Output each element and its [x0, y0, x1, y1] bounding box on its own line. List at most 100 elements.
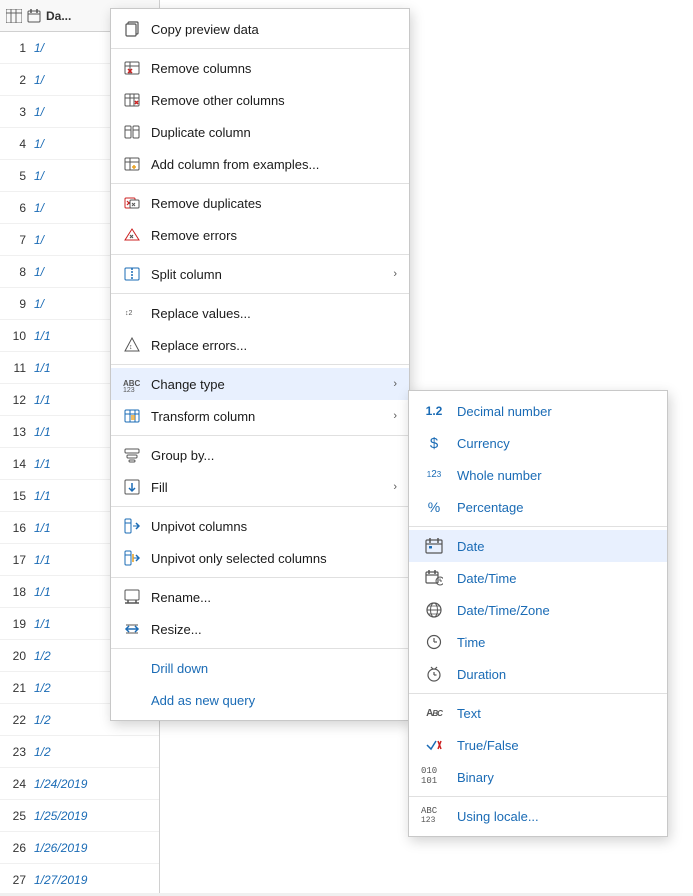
submenu-item-text[interactable]: ABC Text — [409, 697, 667, 729]
separator-4 — [111, 293, 409, 294]
menu-item-remove-other-columns[interactable]: Remove other columns — [111, 84, 409, 116]
menu-item-replace-errors[interactable]: ↕ Replace errors... — [111, 329, 409, 361]
percentage-label: Percentage — [457, 500, 524, 515]
submenu-item-currency[interactable]: $ Currency — [409, 427, 667, 459]
rename-icon — [123, 588, 141, 606]
menu-item-resize[interactable]: Resize... — [111, 613, 409, 645]
replace-errors-label: Replace errors... — [151, 338, 397, 353]
binary-icon: 010 101 — [421, 768, 447, 786]
replace-errors-icon: ↕ — [123, 336, 141, 354]
submenu-item-whole[interactable]: 123 Whole number — [409, 459, 667, 491]
submenu-item-locale[interactable]: ABC 123 Using locale... — [409, 800, 667, 832]
datetimezone-icon — [421, 601, 447, 619]
submenu-item-datetimezone[interactable]: Date/Time/Zone — [409, 594, 667, 626]
menu-item-copy-preview[interactable]: Copy preview data — [111, 13, 409, 45]
separator-9 — [111, 648, 409, 649]
menu-item-remove-errors[interactable]: Remove errors — [111, 219, 409, 251]
column-header-text: Da... — [46, 9, 71, 23]
remove-columns-icon — [123, 59, 141, 77]
add-examples-icon — [123, 155, 141, 173]
whole-number-label: Whole number — [457, 468, 542, 483]
submenu-item-binary[interactable]: 010 101 Binary — [409, 761, 667, 793]
menu-item-add-query[interactable]: Add as new query — [111, 684, 409, 716]
fill-label: Fill — [151, 480, 383, 495]
fill-icon — [123, 478, 141, 496]
menu-item-change-type[interactable]: ABC 123 Change type › — [111, 368, 409, 400]
submenu-separator-1 — [409, 526, 667, 527]
rename-label: Rename... — [151, 590, 397, 605]
table-row: 251/25/2019 — [0, 800, 159, 832]
menu-item-unpivot-selected[interactable]: Unpivot only selected columns — [111, 542, 409, 574]
change-type-icon: ABC 123 — [123, 375, 141, 393]
table-row: 241/24/2019 — [0, 768, 159, 800]
submenu-item-percentage[interactable]: % Percentage — [409, 491, 667, 523]
truefalse-icon — [421, 736, 447, 754]
table-row: 231/2 — [0, 736, 159, 768]
remove-errors-icon — [123, 226, 141, 244]
text-label: Text — [457, 706, 481, 721]
svg-text:123: 123 — [123, 387, 135, 392]
menu-item-duplicate-column[interactable]: Duplicate column — [111, 116, 409, 148]
split-column-arrow: › — [393, 268, 397, 280]
transform-column-label: Transform column — [151, 409, 383, 424]
submenu-item-duration[interactable]: Duration — [409, 658, 667, 690]
menu-item-drill-down[interactable]: Drill down — [111, 652, 409, 684]
remove-duplicates-icon — [123, 194, 141, 212]
separator-6 — [111, 435, 409, 436]
menu-item-transform-column[interactable]: Transform column › — [111, 400, 409, 432]
table-row: 271/27/2019 — [0, 864, 159, 896]
split-column-icon — [123, 265, 141, 283]
submenu-item-date[interactable]: Date — [409, 530, 667, 562]
submenu-item-time[interactable]: Time — [409, 626, 667, 658]
menu-item-add-from-examples[interactable]: Add column from examples... — [111, 148, 409, 180]
decimal-icon: 1.2 — [421, 402, 447, 420]
remove-duplicates-label: Remove duplicates — [151, 196, 397, 211]
remove-columns-label: Remove columns — [151, 61, 397, 76]
add-query-spacer — [123, 691, 141, 709]
percentage-icon: % — [421, 498, 447, 516]
unpivot-columns-label: Unpivot columns — [151, 519, 397, 534]
duration-label: Duration — [457, 667, 506, 682]
duration-icon — [421, 665, 447, 683]
replace-values-icon: ↕2 — [123, 304, 141, 322]
menu-item-unpivot-columns[interactable]: Unpivot columns — [111, 510, 409, 542]
submenu-separator-2 — [409, 693, 667, 694]
submenu-item-truefalse[interactable]: True/False — [409, 729, 667, 761]
svg-text:↕: ↕ — [129, 344, 133, 351]
replace-values-label: Replace values... — [151, 306, 397, 321]
separator-8 — [111, 577, 409, 578]
submenu-item-decimal[interactable]: 1.2 Decimal number — [409, 395, 667, 427]
duplicate-column-icon — [123, 123, 141, 141]
time-label: Time — [457, 635, 485, 650]
currency-label: Currency — [457, 436, 510, 451]
decimal-label: Decimal number — [457, 404, 552, 419]
context-menu[interactable]: Copy preview data Remove columns — [110, 8, 410, 721]
menu-item-group-by[interactable]: Group by... — [111, 439, 409, 471]
unpivot-selected-icon — [123, 549, 141, 567]
separator-2 — [111, 183, 409, 184]
transform-column-arrow: › — [393, 410, 397, 422]
currency-icon: $ — [421, 434, 447, 452]
change-type-label: Change type — [151, 377, 383, 392]
truefalse-label: True/False — [457, 738, 519, 753]
drill-down-label: Drill down — [151, 661, 397, 676]
unpivot-selected-label: Unpivot only selected columns — [151, 551, 397, 566]
add-query-label: Add as new query — [151, 693, 397, 708]
menu-item-replace-values[interactable]: ↕2 Replace values... — [111, 297, 409, 329]
date-icon — [421, 537, 447, 555]
menu-item-split-column[interactable]: Split column › — [111, 258, 409, 290]
resize-icon — [123, 620, 141, 638]
submenu-item-datetime[interactable]: Date/Time — [409, 562, 667, 594]
menu-item-remove-columns[interactable]: Remove columns — [111, 52, 409, 84]
fill-arrow: › — [393, 481, 397, 493]
group-by-icon — [123, 446, 141, 464]
remove-other-columns-icon — [123, 91, 141, 109]
menu-item-fill[interactable]: Fill › — [111, 471, 409, 503]
menu-item-remove-duplicates[interactable]: Remove duplicates — [111, 187, 409, 219]
menu-item-rename[interactable]: Rename... — [111, 581, 409, 613]
table-header-icon — [6, 8, 22, 24]
change-type-submenu[interactable]: 1.2 Decimal number $ Currency 123 Whole … — [408, 390, 668, 837]
copy-preview-label: Copy preview data — [151, 22, 397, 37]
duplicate-column-label: Duplicate column — [151, 125, 397, 140]
date-label: Date — [457, 539, 484, 554]
